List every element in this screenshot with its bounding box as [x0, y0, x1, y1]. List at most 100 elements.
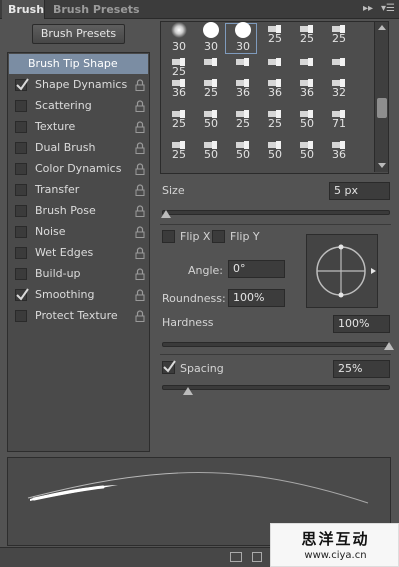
spacing-slider-handle[interactable]	[183, 387, 194, 395]
size-slider-handle[interactable]	[161, 210, 171, 218]
option-checkbox[interactable]	[15, 184, 27, 196]
brush-tip-cell[interactable]: 30	[163, 22, 195, 53]
lock-icon[interactable]	[135, 100, 145, 112]
option-checkbox[interactable]	[15, 100, 27, 112]
brush-tip-cell[interactable]: 25	[259, 22, 291, 45]
lock-icon[interactable]	[135, 163, 145, 175]
spacing-checkbox[interactable]	[162, 360, 176, 374]
option-smoothing[interactable]: Smoothing	[9, 285, 148, 305]
lock-icon[interactable]	[135, 142, 145, 154]
option-checkbox[interactable]	[15, 142, 27, 154]
spacing-slider-track[interactable]	[162, 385, 390, 390]
angle-field[interactable]: 0°	[228, 260, 285, 278]
option-checkbox[interactable]	[15, 288, 29, 301]
panel-menu-icon[interactable]: ▾☰	[381, 3, 395, 16]
option-checkbox[interactable]	[15, 268, 27, 280]
brush-tip-cell[interactable]: 25	[291, 22, 323, 45]
scroll-down-icon[interactable]	[378, 163, 386, 168]
option-checkbox[interactable]	[15, 247, 27, 259]
brush-tip-cell[interactable]: 36	[323, 138, 355, 161]
brush-tip-cell[interactable]: 25	[163, 138, 195, 161]
hardness-slider-handle[interactable]	[384, 342, 394, 350]
option-protect-texture[interactable]: Protect Texture	[9, 306, 148, 326]
lock-icon[interactable]	[135, 247, 145, 259]
option-transfer[interactable]: Transfer	[9, 180, 148, 200]
brush-tip-cell[interactable]: 25	[163, 55, 195, 78]
lock-icon[interactable]	[135, 310, 145, 322]
brush-tip-cell[interactable]: 50	[195, 138, 227, 161]
lock-icon[interactable]	[135, 205, 145, 217]
brush-tip-cell[interactable]: 25	[163, 107, 195, 130]
lock-icon[interactable]	[135, 121, 145, 133]
brush-tip-grid[interactable]: 30 30 30 25 25 25 25 36 25 36 36 36 32 25 50 25 25 50 71 25…	[160, 21, 389, 174]
brush-tip-cell[interactable]: 30	[227, 22, 259, 53]
lock-icon[interactable]	[135, 79, 145, 91]
brush-tip-cell[interactable]: 71	[323, 107, 355, 130]
tab-brush-presets[interactable]: Brush Presets	[47, 0, 146, 19]
option-brush-tip-shape[interactable]: Brush Tip Shape	[9, 54, 148, 74]
divider	[160, 224, 391, 225]
tab-brush[interactable]: Brush	[2, 0, 45, 19]
brush-tip-cell[interactable]: 50	[227, 138, 259, 161]
brush-presets-button[interactable]: Brush Presets	[32, 24, 125, 44]
scroll-up-icon[interactable]	[378, 25, 386, 30]
option-label: Texture	[35, 120, 76, 133]
brush-tip-cell[interactable]: 25	[323, 22, 355, 45]
angle-roundness-widget[interactable]	[306, 234, 378, 308]
option-checkbox[interactable]	[15, 205, 27, 217]
scroll-thumb[interactable]	[377, 98, 387, 118]
hardness-slider-track[interactable]	[162, 342, 390, 347]
lock-icon[interactable]	[135, 268, 145, 280]
option-checkbox[interactable]	[15, 310, 27, 322]
option-brush-pose[interactable]: Brush Pose	[9, 201, 148, 221]
brush-size-label: 36	[172, 86, 186, 99]
option-texture[interactable]: Texture	[9, 117, 148, 137]
option-checkbox[interactable]	[15, 121, 27, 133]
flip-x-checkbox[interactable]	[162, 230, 175, 243]
option-scattering[interactable]: Scattering	[9, 96, 148, 116]
brush-tip-cell[interactable]: 50	[195, 107, 227, 130]
size-slider-track[interactable]	[162, 210, 390, 215]
roundness-field[interactable]: 100%	[228, 289, 285, 307]
option-noise[interactable]: Noise	[9, 222, 148, 242]
brush-grid-scrollbar[interactable]	[374, 22, 388, 172]
option-checkbox[interactable]	[15, 226, 27, 238]
brush-tip-cell[interactable]: 30	[195, 22, 227, 53]
size-field[interactable]: 5 px	[329, 182, 390, 200]
brush-tip-cell[interactable]: 50	[291, 107, 323, 130]
brush-tip-cell[interactable]: 50	[291, 138, 323, 161]
lock-icon[interactable]	[135, 226, 145, 238]
brush-tip-cell[interactable]: 32	[323, 76, 355, 99]
grid-icon[interactable]	[252, 552, 262, 562]
collapse-icon[interactable]: ▸▸	[363, 3, 373, 16]
flip-y-checkbox[interactable]	[212, 230, 225, 243]
brush-tip-shape-icon	[267, 139, 283, 149]
option-shape-dynamics[interactable]: Shape Dynamics	[9, 75, 148, 95]
toggle-preview-icon[interactable]	[230, 552, 242, 562]
brush-tip-cell[interactable]: 25	[227, 107, 259, 130]
option-color-dynamics[interactable]: Color Dynamics	[9, 159, 148, 179]
brush-tip-cell[interactable]: 36	[259, 76, 291, 99]
brush-tip-cell[interactable]	[259, 55, 291, 76]
brush-tip-cell[interactable]	[195, 55, 227, 76]
option-build-up[interactable]: Build-up	[9, 264, 148, 284]
option-checkbox[interactable]	[15, 78, 29, 91]
brush-tip-cell[interactable]	[227, 55, 259, 76]
brush-tip-shape-icon	[203, 22, 219, 38]
brush-tip-cell[interactable]: 36	[291, 76, 323, 99]
spacing-field[interactable]: 25%	[333, 360, 390, 378]
option-wet-edges[interactable]: Wet Edges	[9, 243, 148, 263]
option-dual-brush[interactable]: Dual Brush	[9, 138, 148, 158]
brush-tip-cell[interactable]: 25	[195, 76, 227, 99]
option-checkbox[interactable]	[15, 163, 27, 175]
brush-tip-cell[interactable]	[323, 55, 355, 76]
brush-tip-cell[interactable]: 36	[163, 76, 195, 99]
hardness-field[interactable]: 100%	[333, 315, 390, 333]
lock-icon[interactable]	[135, 184, 145, 196]
brush-tip-cell[interactable]: 25	[259, 107, 291, 130]
brush-tip-cell[interactable]: 50	[259, 138, 291, 161]
brush-tip-cell[interactable]: 36	[227, 76, 259, 99]
lock-icon[interactable]	[135, 289, 145, 301]
angle-dial-icon	[316, 244, 376, 298]
brush-tip-cell[interactable]	[291, 55, 323, 76]
